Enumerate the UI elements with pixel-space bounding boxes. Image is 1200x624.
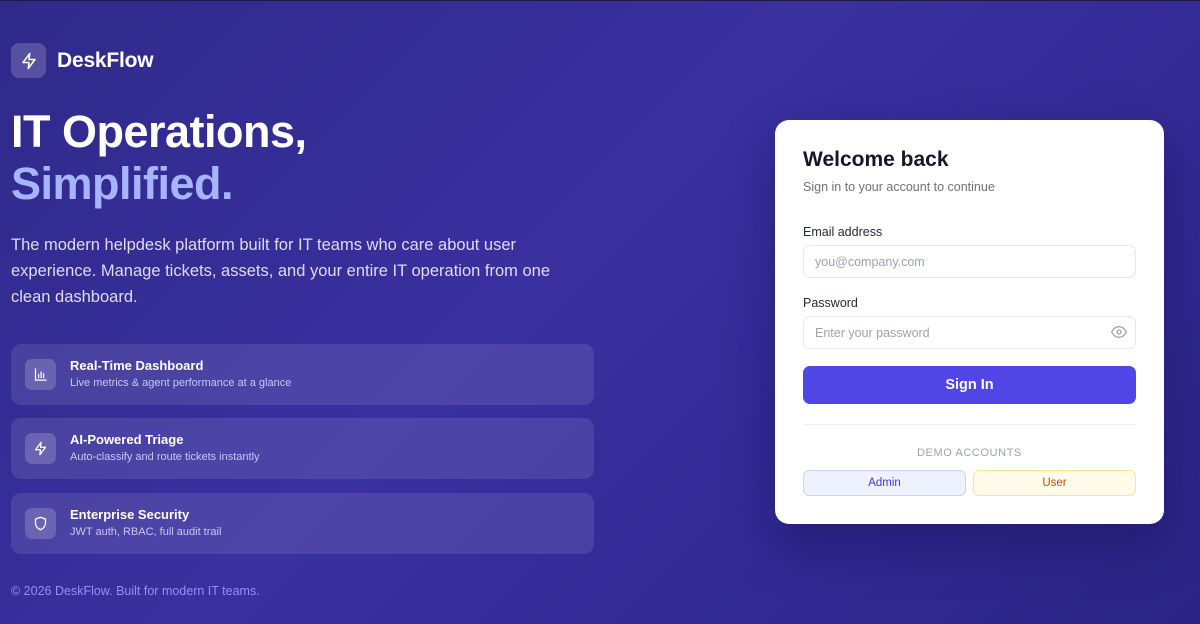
feature-title: Enterprise Security [70,507,190,522]
lightning-icon [11,43,46,78]
feature-title: Real-Time Dashboard [70,358,204,373]
feature-description: JWT auth, RBAC, full audit trail [70,526,222,538]
shield-icon [25,508,56,539]
email-label: Email address [803,225,883,239]
password-field[interactable] [803,316,1136,349]
feature-card-dashboard: Real-Time Dashboard Live metrics & agent… [11,344,594,405]
bar-chart-icon [25,359,56,390]
hero-title-line-2: Simplified. [11,158,234,209]
hero-description: The modern helpdesk platform built for I… [11,236,550,306]
feature-card-triage: AI-Powered Triage Auto-classify and rout… [11,418,594,479]
feature-description: Live metrics & agent performance at a gl… [70,377,292,389]
email-field[interactable] [803,245,1136,278]
hero-title-line-1: IT Operations, [11,106,307,157]
eye-icon[interactable] [1110,325,1128,339]
brand: DeskFlow [11,43,154,78]
demo-user-button[interactable]: User [973,470,1136,496]
feature-title: AI-Powered Triage [70,432,184,447]
lightning-icon [25,433,56,464]
footer-copyright: © 2026 DeskFlow. Built for modern IT tea… [11,584,260,598]
demo-admin-button[interactable]: Admin [803,470,966,496]
login-card: Welcome back Sign in to your account to … [775,120,1164,524]
hero-headline: IT Operations, Simplified. [11,106,307,210]
divider [803,424,1136,425]
password-label: Password [803,296,858,310]
feature-card-security: Enterprise Security JWT auth, RBAC, full… [11,493,594,554]
feature-description: Auto-classify and route tickets instantl… [70,451,260,463]
login-title: Welcome back [803,148,949,171]
login-subtitle: Sign in to your account to continue [803,180,995,194]
brand-name: DeskFlow [57,48,154,72]
demo-accounts-label: DEMO ACCOUNTS [917,447,1022,459]
top-edge-line [0,0,1200,1]
sign-in-button[interactable]: Sign In [803,366,1136,404]
